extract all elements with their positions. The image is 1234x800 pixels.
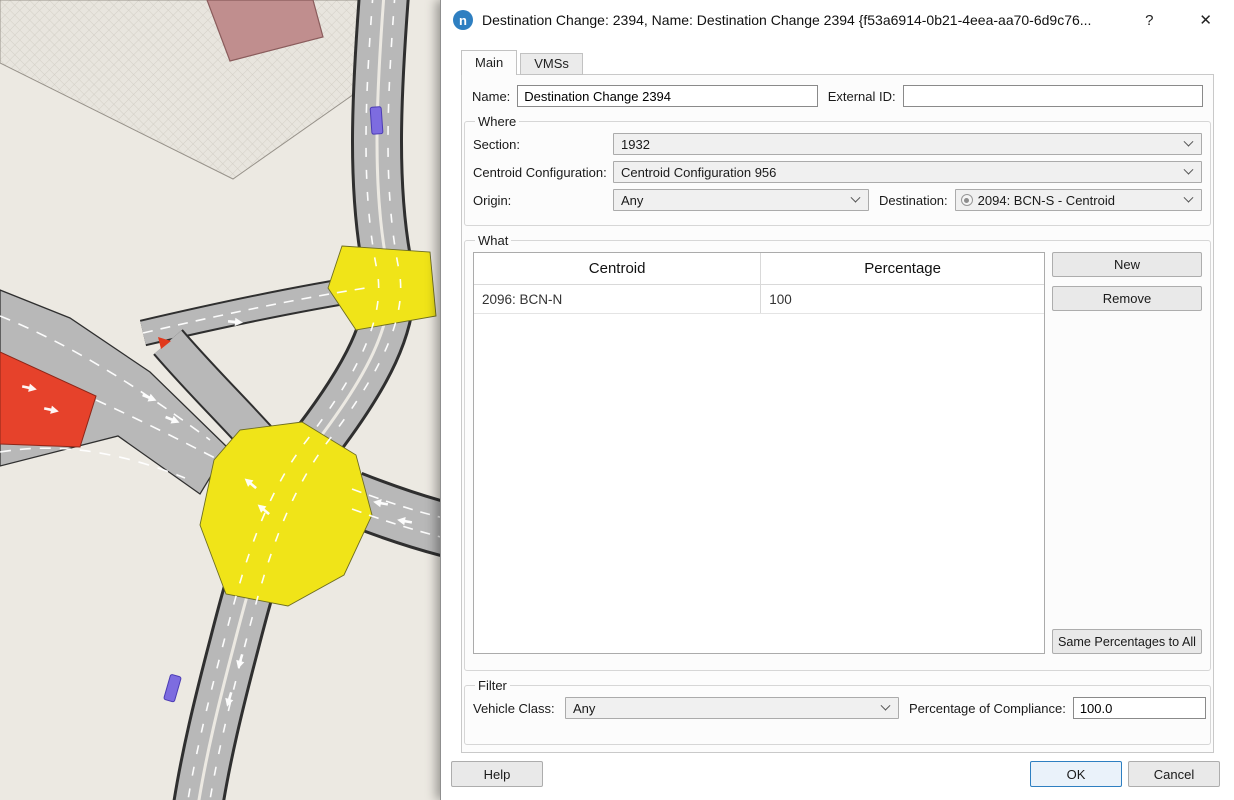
- section-combobox[interactable]: 1932: [613, 133, 1202, 155]
- what-group: What Centroid Percentage 2096: BCN-N 100: [464, 233, 1211, 671]
- remove-button[interactable]: Remove: [1052, 286, 1202, 311]
- filter-row: Vehicle Class: Any Percentage of Complia…: [473, 697, 1202, 719]
- centroid-configuration-row: Centroid Configuration: Centroid Configu…: [473, 161, 1202, 183]
- help-icon[interactable]: ?: [1145, 12, 1153, 29]
- what-body: Centroid Percentage 2096: BCN-N 100 New …: [473, 252, 1202, 654]
- close-icon[interactable]: ✕: [1199, 11, 1212, 29]
- origin-combobox[interactable]: Any: [613, 189, 869, 211]
- vehicle-class-combobox-value: Any: [566, 701, 882, 716]
- centroid-configuration-label: Centroid Configuration:: [473, 165, 613, 180]
- help-button[interactable]: Help: [451, 761, 543, 787]
- filter-group: Filter Vehicle Class: Any Percentage of …: [464, 678, 1211, 745]
- vehicle: [370, 107, 383, 135]
- table-header-row: Centroid Percentage: [474, 253, 1044, 285]
- name-row: Name: External ID:: [472, 85, 1203, 107]
- dialog-footer: Help OK Cancel: [451, 761, 1220, 787]
- vehicle-class-combobox[interactable]: Any: [565, 697, 899, 719]
- same-percentages-button[interactable]: Same Percentages to All: [1052, 629, 1202, 654]
- chevron-down-icon: [881, 700, 891, 710]
- vehicle-class-label: Vehicle Class:: [473, 701, 565, 716]
- where-group-title: Where: [475, 114, 519, 129]
- centroid-configuration-combobox-value: Centroid Configuration 956: [614, 165, 1185, 180]
- origin-combobox-value: Any: [614, 193, 852, 208]
- origin-destination-row: Origin: Any Destination: 2094: BCN-S - C…: [473, 189, 1202, 211]
- destination-label: Destination:: [879, 193, 948, 208]
- dialog-titlebar: n Destination Change: 2394, Name: Destin…: [441, 0, 1234, 40]
- destination-combobox[interactable]: 2094: BCN-S - Centroid: [955, 189, 1202, 211]
- section-row: Section: 1932: [473, 133, 1202, 155]
- external-id-label: External ID:: [828, 89, 896, 104]
- centroid-percentage-table[interactable]: Centroid Percentage 2096: BCN-N 100: [473, 252, 1045, 654]
- section-combobox-value: 1932: [614, 137, 1185, 152]
- chevron-down-icon: [1184, 192, 1194, 202]
- radio-icon: [961, 194, 973, 206]
- chevron-down-icon: [1184, 136, 1194, 146]
- cancel-button[interactable]: Cancel: [1128, 761, 1220, 787]
- what-group-title: What: [475, 233, 511, 248]
- chevron-down-icon: [1184, 164, 1194, 174]
- tab-content: Name: External ID: Where Section: 1932 C…: [461, 74, 1214, 753]
- tab-vmss[interactable]: VMSs: [520, 53, 583, 75]
- chevron-down-icon: [851, 192, 861, 202]
- cell-centroid[interactable]: 2096: BCN-N: [474, 285, 761, 313]
- column-header-percentage[interactable]: Percentage: [761, 253, 1044, 284]
- table-actions: New Remove Same Percentages to All: [1052, 252, 1202, 654]
- tab-bar: Main VMSs: [461, 50, 586, 75]
- cell-percentage[interactable]: 100: [761, 285, 1044, 313]
- name-label: Name:: [472, 89, 510, 104]
- name-input[interactable]: [517, 85, 817, 107]
- section-label: Section:: [473, 137, 613, 152]
- traffic-map-svg: [0, 0, 440, 800]
- compliance-input[interactable]: [1073, 697, 1206, 719]
- destination-change-dialog: n Destination Change: 2394, Name: Destin…: [440, 0, 1234, 800]
- new-button[interactable]: New: [1052, 252, 1202, 277]
- where-group: Where Section: 1932 Centroid Configurati…: [464, 114, 1211, 226]
- spacer: [1052, 311, 1202, 629]
- compliance-label: Percentage of Compliance:: [909, 701, 1066, 716]
- tab-main[interactable]: Main: [461, 50, 517, 75]
- column-header-centroid[interactable]: Centroid: [474, 253, 761, 284]
- application-window: n Destination Change: 2394, Name: Destin…: [0, 0, 1234, 800]
- ok-button[interactable]: OK: [1030, 761, 1122, 787]
- origin-label: Origin:: [473, 193, 613, 208]
- centroid-configuration-combobox[interactable]: Centroid Configuration 956: [613, 161, 1202, 183]
- table-row[interactable]: 2096: BCN-N 100: [474, 285, 1044, 314]
- filter-group-title: Filter: [475, 678, 510, 693]
- window-title: Destination Change: 2394, Name: Destinat…: [482, 12, 1145, 28]
- destination-combobox-value: 2094: BCN-S - Centroid: [973, 193, 1185, 208]
- external-id-input[interactable]: [903, 85, 1203, 107]
- app-logo-icon: n: [453, 10, 473, 30]
